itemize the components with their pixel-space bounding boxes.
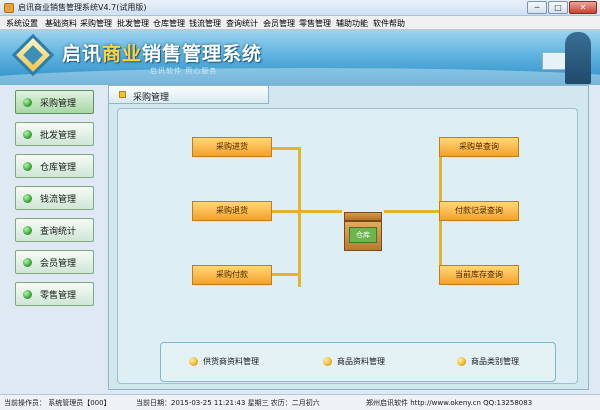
- menu-item-auxiliary[interactable]: 辅助功能: [336, 18, 368, 29]
- warehouse-box-icon: 仓库: [342, 212, 384, 252]
- menu-item-cashflow[interactable]: 钱流管理: [189, 18, 221, 29]
- sidebar-item-label: 会员管理: [40, 259, 77, 269]
- brand-title-pre: 启讯: [62, 43, 103, 65]
- banner-swoosh: [0, 68, 600, 85]
- sidebar-item-retail[interactable]: 零售管理: [15, 282, 94, 306]
- menu-item-help[interactable]: 软件帮助: [373, 18, 405, 29]
- supplier-data-link[interactable]: 供货商资料管理: [189, 355, 299, 369]
- main-panel: 采购管理 采购进货 采购退货 采购付款 仓库 采购单查询 付款记录查询 当前库存…: [108, 85, 589, 390]
- product-data-link[interactable]: 商品资料管理: [323, 355, 423, 369]
- person-illustration: [565, 32, 591, 84]
- sidebar-item-label: 批发管理: [40, 131, 77, 141]
- menu-item-retail[interactable]: 零售管理: [299, 18, 331, 29]
- menu-item-query-stats[interactable]: 查询统计: [226, 18, 258, 29]
- menu-item-warehouse[interactable]: 仓库管理: [153, 18, 185, 29]
- status-operator: 当前操作员： 系统管理员【000】: [4, 399, 111, 407]
- menu-item-system-settings[interactable]: 系统设置: [6, 18, 38, 29]
- connector-line: [272, 273, 300, 276]
- connector-line: [384, 210, 442, 213]
- purchase-receive-button[interactable]: 采购进货: [192, 137, 272, 157]
- sidebar-item-purchase[interactable]: 采购管理: [15, 90, 94, 114]
- sidebar-item-label: 查询统计: [40, 227, 77, 237]
- green-dot-icon: [23, 194, 32, 203]
- bullet-icon: [323, 357, 332, 366]
- sidebar-item-label: 钱流管理: [40, 195, 77, 205]
- status-date: 当前日期：2015-03-25 11:21:43 星期三 农历：二月初六: [136, 399, 320, 407]
- brand-subtitle: 启讯软件 用心服务: [150, 67, 218, 75]
- menu-item-member[interactable]: 会员管理: [263, 18, 295, 29]
- menu-item-wholesale[interactable]: 批发管理: [117, 18, 149, 29]
- supplier-data-label: 供货商资料管理: [203, 357, 259, 366]
- purchase-return-button[interactable]: 采购退货: [192, 201, 272, 221]
- sidebar: 采购管理 批发管理 仓库管理 钱流管理 查询统计 会员管理 零售管理: [9, 85, 101, 390]
- brand-title-post: 销售管理系统: [142, 43, 263, 65]
- maximize-button[interactable]: □: [548, 1, 568, 14]
- green-dot-icon: [23, 258, 32, 267]
- sidebar-item-warehouse[interactable]: 仓库管理: [15, 154, 94, 178]
- box-label: 仓库: [349, 227, 377, 243]
- close-button[interactable]: ✕: [569, 1, 597, 14]
- menu-bar: 系统设置 基础资料 采购管理 批发管理 仓库管理 钱流管理 查询统计 会员管理 …: [0, 16, 600, 30]
- box-lid: [344, 212, 382, 221]
- brand-title: 启讯商业销售管理系统: [62, 39, 262, 66]
- green-dot-icon: [23, 226, 32, 235]
- bullet-icon: [189, 357, 198, 366]
- connector-line: [272, 147, 300, 150]
- purchase-payment-button[interactable]: 采购付款: [192, 265, 272, 285]
- bullet-icon: [457, 357, 466, 366]
- product-category-label: 商品类别管理: [471, 357, 519, 366]
- sidebar-item-label: 仓库管理: [40, 163, 77, 173]
- app-icon: [4, 3, 14, 13]
- minimize-button[interactable]: ─: [527, 1, 547, 14]
- product-category-link[interactable]: 商品类别管理: [457, 355, 557, 369]
- sidebar-item-label: 采购管理: [40, 99, 77, 109]
- folder-icon: [119, 91, 126, 98]
- title-bar: 启讯商业销售管理系统V4.7(试用版) ─ □ ✕: [0, 0, 600, 16]
- data-management-panel: 供货商资料管理 商品资料管理 商品类别管理: [160, 342, 556, 382]
- green-dot-icon: [23, 130, 32, 139]
- sidebar-item-member[interactable]: 会员管理: [15, 250, 94, 274]
- green-dot-icon: [23, 98, 32, 107]
- window-title: 启讯商业销售管理系统V4.7(试用版): [18, 3, 147, 12]
- panel-tab: 采购管理: [109, 86, 269, 104]
- status-company: 郑州启讯软件 http://www.okeny.cn QQ:13258083: [366, 399, 533, 407]
- menu-item-purchase[interactable]: 采购管理: [80, 18, 112, 29]
- connector-line: [272, 210, 342, 213]
- sidebar-item-cashflow[interactable]: 钱流管理: [15, 186, 94, 210]
- monitor-illustration: [542, 52, 566, 70]
- sidebar-item-wholesale[interactable]: 批发管理: [15, 122, 94, 146]
- status-bar: 当前操作员： 系统管理员【000】 当前日期：2015-03-25 11:21:…: [0, 394, 600, 410]
- banner: 启讯商业销售管理系统 启讯软件 用心服务: [0, 30, 600, 85]
- purchase-order-query-button[interactable]: 采购单查询: [439, 137, 519, 157]
- payment-record-query-button[interactable]: 付款记录查询: [439, 201, 519, 221]
- current-stock-query-button[interactable]: 当前库存查询: [439, 265, 519, 285]
- connector-line: [298, 147, 301, 287]
- menu-item-basic-data[interactable]: 基础资料: [45, 18, 77, 29]
- sidebar-item-query-stats[interactable]: 查询统计: [15, 218, 94, 242]
- panel-title: 采购管理: [133, 93, 170, 103]
- product-data-label: 商品资料管理: [337, 357, 385, 366]
- sidebar-item-label: 零售管理: [40, 291, 77, 301]
- flow-area: 采购进货 采购退货 采购付款 仓库 采购单查询 付款记录查询 当前库存查询 供货…: [117, 108, 578, 384]
- green-dot-icon: [23, 162, 32, 171]
- green-dot-icon: [23, 290, 32, 299]
- brand-title-highlight: 商业: [102, 43, 143, 65]
